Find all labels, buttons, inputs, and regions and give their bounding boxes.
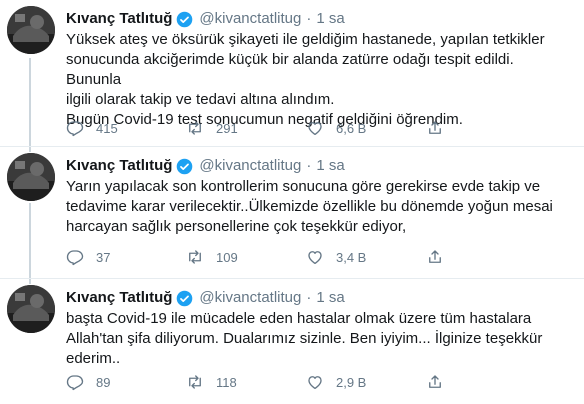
retweet-icon bbox=[186, 248, 204, 266]
author-handle[interactable]: @kivanctatlitug bbox=[199, 157, 301, 175]
retweet-icon bbox=[186, 119, 204, 137]
timestamp[interactable]: 1 sa bbox=[316, 157, 344, 175]
timestamp[interactable]: 1 sa bbox=[316, 289, 344, 307]
reply-button[interactable]: 89 bbox=[66, 373, 186, 391]
tweet-thread: Kıvanç Tatlıtuğ @kivanctatlitug · 1 sa Y… bbox=[0, 0, 584, 404]
reply-count: 89 bbox=[96, 374, 111, 390]
tweet-text: başta Covid-19 ile mücadele eden hastala… bbox=[66, 310, 543, 367]
author-name[interactable]: Kıvanç Tatlıtuğ bbox=[66, 10, 172, 28]
reply-button[interactable]: 37 bbox=[66, 248, 186, 266]
verified-badge-icon bbox=[176, 158, 193, 175]
share-icon bbox=[426, 248, 444, 266]
tweet-header: Kıvanç Tatlıtuğ @kivanctatlitug · 1 sa bbox=[66, 289, 345, 307]
avatar[interactable] bbox=[7, 6, 55, 54]
like-button[interactable]: 3,4 B bbox=[306, 248, 426, 266]
like-icon bbox=[306, 373, 324, 391]
thread-connector-line bbox=[29, 203, 31, 279]
retweet-button[interactable]: 118 bbox=[186, 373, 306, 391]
reply-button[interactable]: 415 bbox=[66, 119, 186, 137]
avatar-photo bbox=[7, 285, 55, 333]
share-icon bbox=[426, 119, 444, 137]
thread-connector-line bbox=[29, 147, 31, 152]
retweet-count: 291 bbox=[216, 120, 238, 136]
like-count: 3,4 B bbox=[336, 249, 367, 265]
retweet-button[interactable]: 291 bbox=[186, 119, 306, 137]
author-handle[interactable]: @kivanctatlitug bbox=[199, 10, 301, 28]
tweet-1[interactable]: Kıvanç Tatlıtuğ @kivanctatlitug · 1 sa Y… bbox=[0, 0, 584, 147]
retweet-button[interactable]: 109 bbox=[186, 248, 306, 266]
author-name[interactable]: Kıvanç Tatlıtuğ bbox=[66, 289, 172, 307]
reply-icon bbox=[66, 119, 84, 137]
tweet-text: Yarın yapılacak son kontrollerim sonucun… bbox=[66, 178, 553, 235]
avatar-photo bbox=[7, 153, 55, 201]
retweet-icon bbox=[186, 373, 204, 391]
avatar[interactable] bbox=[7, 153, 55, 201]
tweet-3[interactable]: Kıvanç Tatlıtuğ @kivanctatlitug · 1 sa b… bbox=[0, 279, 584, 404]
author-name[interactable]: Kıvanç Tatlıtuğ bbox=[66, 157, 172, 175]
avatar[interactable] bbox=[7, 285, 55, 333]
like-icon bbox=[306, 119, 324, 137]
reply-count: 37 bbox=[96, 249, 111, 265]
reply-count: 415 bbox=[96, 120, 118, 136]
author-handle[interactable]: @kivanctatlitug bbox=[199, 289, 301, 307]
separator-dot: · bbox=[306, 289, 312, 306]
tweet-2[interactable]: Kıvanç Tatlıtuğ @kivanctatlitug · 1 sa Y… bbox=[0, 147, 584, 279]
like-button[interactable]: 6,6 B bbox=[306, 119, 426, 137]
timestamp[interactable]: 1 sa bbox=[316, 10, 344, 28]
like-count: 2,9 B bbox=[336, 374, 367, 390]
separator-dot: · bbox=[306, 157, 312, 174]
reply-icon bbox=[66, 248, 84, 266]
retweet-count: 109 bbox=[216, 249, 238, 265]
tweet-header: Kıvanç Tatlıtuğ @kivanctatlitug · 1 sa bbox=[66, 10, 345, 28]
tweet-actions: 37 109 3,4 B bbox=[66, 247, 546, 267]
separator-dot: · bbox=[306, 10, 312, 27]
tweet-text: Yüksek ateş ve öksürük şikayeti ile geld… bbox=[66, 31, 545, 128]
share-button[interactable] bbox=[426, 119, 546, 137]
like-icon bbox=[306, 248, 324, 266]
avatar-photo bbox=[7, 6, 55, 54]
share-button[interactable] bbox=[426, 248, 546, 266]
share-icon bbox=[426, 373, 444, 391]
verified-badge-icon bbox=[176, 11, 193, 28]
retweet-count: 118 bbox=[216, 374, 237, 390]
reply-icon bbox=[66, 373, 84, 391]
tweet-actions: 89 118 2,9 B bbox=[66, 372, 546, 392]
tweet-header: Kıvanç Tatlıtuğ @kivanctatlitug · 1 sa bbox=[66, 157, 345, 175]
like-button[interactable]: 2,9 B bbox=[306, 373, 426, 391]
thread-connector-line bbox=[29, 279, 31, 284]
tweet-actions: 415 291 6,6 B bbox=[66, 118, 546, 138]
verified-badge-icon bbox=[176, 290, 193, 307]
thread-connector-line bbox=[29, 58, 31, 147]
like-count: 6,6 B bbox=[336, 120, 367, 136]
share-button[interactable] bbox=[426, 373, 546, 391]
